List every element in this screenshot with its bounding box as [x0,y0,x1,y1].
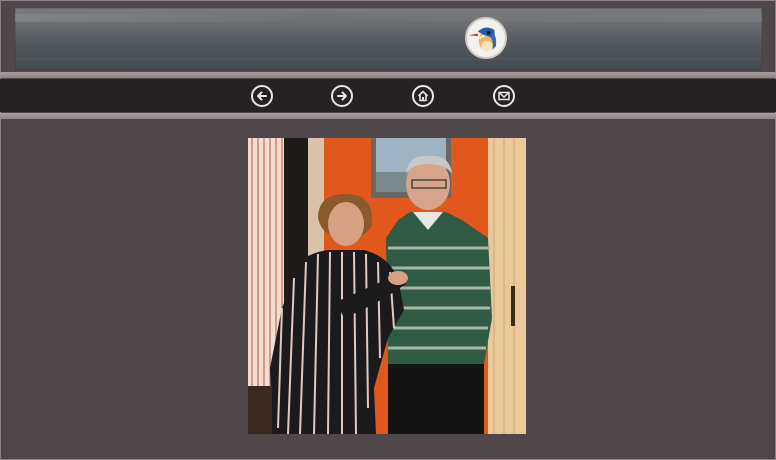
home-icon [417,90,429,102]
photo-elderly-couple [248,138,526,434]
nav-bottom-band [0,113,776,119]
email-button[interactable] [493,85,515,107]
nav-top-band [0,72,776,78]
home-button[interactable] [412,85,434,107]
kingfisher-logo[interactable] [465,17,507,59]
mail-icon [498,91,510,101]
nav-bar [0,79,776,112]
kingfisher-icon [468,27,497,52]
next-button[interactable] [331,85,353,107]
header-banner [15,8,762,70]
previous-button[interactable] [251,85,273,107]
arrow-right-icon [337,91,347,101]
arrow-left-icon [257,91,267,101]
gallery-photo [248,138,526,434]
